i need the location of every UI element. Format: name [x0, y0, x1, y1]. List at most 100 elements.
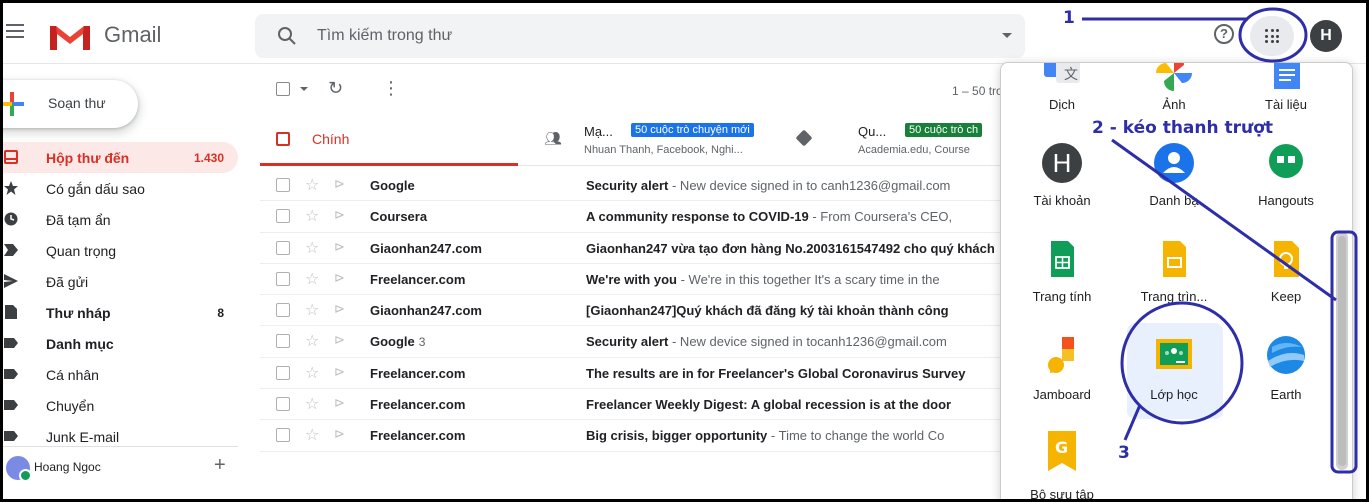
app-jamboard[interactable]: Jamboard — [1007, 335, 1117, 425]
email-subject: Security alert — [586, 178, 669, 193]
email-row[interactable]: ☆ ⊳ Freelancer.com We're with you - We're i… — [260, 264, 1000, 296]
row-checkbox[interactable] — [276, 365, 290, 380]
email-row[interactable]: ☆ ⊳ Giaonhan247.com [Giaonhan247]Quý khách … — [260, 295, 1000, 327]
important-marker-icon[interactable]: ⊳ — [334, 176, 345, 192]
email-subject: Giaonhan247 vừa tạo đơn hàng No.20031615… — [586, 240, 995, 256]
search-icon[interactable] — [277, 26, 297, 46]
email-row[interactable]: ☆ ⊳ Google 3 Security alert - New device sig… — [260, 326, 1000, 358]
apps-panel-scrollbar-thumb[interactable] — [1338, 236, 1346, 466]
app-label: Jamboard — [1033, 387, 1091, 402]
sidebar-item-personal[interactable]: Cá nhân — [0, 359, 238, 390]
email-row[interactable]: ☆ ⊳ Giaonhan247.com Giaonhan247 vừa tạo đơn… — [260, 233, 1000, 264]
app-label: Keep — [1270, 289, 1302, 304]
app-classroom[interactable]: Lớp học — [1119, 323, 1229, 425]
sidebar-item-sent[interactable]: Đã gửi — [0, 266, 238, 297]
star-icon[interactable]: ☆ — [305, 300, 319, 320]
jamboard-icon — [1048, 337, 1074, 373]
tab-social-label: Mạ... — [584, 124, 613, 139]
app-label: Dịch — [1048, 97, 1075, 112]
app-collections[interactable]: G Bộ sưu tập — [1007, 431, 1117, 501]
row-checkbox[interactable] — [276, 303, 290, 318]
refresh-icon[interactable]: ↻ — [328, 78, 343, 99]
add-hangout-icon[interactable]: + — [214, 454, 226, 477]
search-options-chevron-icon[interactable] — [1002, 33, 1012, 38]
email-row[interactable]: ☆ ⊳ Freelancer.com The results are in for F… — [260, 358, 1000, 390]
row-checkbox[interactable] — [276, 178, 290, 192]
help-icon[interactable]: ? — [1214, 24, 1234, 44]
account-avatar[interactable]: H — [1310, 20, 1342, 52]
star-icon[interactable]: ☆ — [305, 269, 319, 289]
annotation-step-2: 2 - kéo thanh trượt — [1092, 118, 1273, 138]
tab-primary[interactable]: Chính — [260, 112, 518, 166]
star-icon[interactable]: ☆ — [305, 175, 319, 195]
app-keep[interactable]: Keep — [1231, 239, 1341, 329]
important-marker-icon[interactable]: ⊳ — [334, 270, 345, 286]
star-icon[interactable]: ☆ — [305, 238, 319, 258]
row-checkbox[interactable] — [276, 240, 290, 255]
inbox-icon — [4, 150, 18, 164]
email-preview: We're with you - We're in this together … — [586, 272, 1000, 287]
star-icon[interactable]: ☆ — [305, 363, 319, 383]
select-options-chevron-icon[interactable] — [300, 87, 308, 91]
app-sheets[interactable]: Trang tính — [1007, 239, 1117, 329]
more-options-icon[interactable]: ⋮ — [382, 78, 400, 99]
select-all-checkbox[interactable] — [276, 82, 290, 96]
sidebar-item-drafts[interactable]: Thư nháp 8 — [0, 297, 238, 328]
hangouts-avatar[interactable] — [6, 456, 32, 482]
hangouts-user-name[interactable]: Hoang Ngoc — [34, 460, 101, 474]
app-account[interactable]: H Tài khoản — [1007, 143, 1117, 233]
sidebar-item-move[interactable]: Chuyển — [0, 390, 238, 421]
row-checkbox[interactable] — [276, 271, 290, 286]
email-sender: Google — [370, 178, 415, 193]
important-marker-icon[interactable]: ⊳ — [334, 364, 345, 380]
google-apps-button[interactable] — [1250, 16, 1294, 56]
app-earth[interactable]: Earth — [1231, 335, 1341, 425]
sidebar-item-starred[interactable]: Có gắn dấu sao — [0, 173, 238, 204]
important-marker-icon[interactable]: ⊳ — [334, 239, 345, 255]
row-checkbox[interactable] — [276, 428, 290, 443]
row-checkbox[interactable] — [276, 334, 290, 349]
row-checkbox[interactable] — [276, 397, 290, 412]
email-row[interactable]: ☆ ⊳ Freelancer.com Big crisis, bigger oppor… — [260, 420, 1000, 452]
important-marker-icon[interactable]: ⊳ — [334, 426, 345, 442]
star-icon[interactable]: ☆ — [305, 206, 319, 226]
app-hangouts[interactable]: Hangouts — [1231, 143, 1341, 233]
gmail-logo[interactable] — [48, 22, 92, 52]
row-checkbox[interactable] — [276, 209, 290, 224]
email-row[interactable]: ☆ ⊳ Coursera A community response to COVID-… — [260, 201, 1000, 233]
email-list: ☆ ⊳ Google Security alert - New device sign… — [260, 170, 1000, 452]
label-icon — [4, 338, 18, 348]
tab-social[interactable]: 👥︎ Mạ... 50 cuộc trò chuyện mới Nhuan Th… — [540, 112, 830, 166]
email-preview: Freelancer Weekly Digest: A global reces… — [586, 397, 1000, 412]
sidebar-item-snoozed[interactable]: Đã tạm ẩn — [0, 204, 238, 235]
sidebar-item-junk[interactable]: Junk E-mail — [0, 421, 238, 452]
hangouts-user[interactable]: Hoang Ngoc + — [6, 454, 236, 482]
important-marker-icon[interactable]: ⊳ — [334, 332, 345, 348]
email-row[interactable]: ☆ ⊳ Freelancer.com Freelancer Weekly Digest… — [260, 389, 1000, 421]
main-menu-icon[interactable] — [6, 24, 24, 38]
app-slides[interactable]: Trang trìn... — [1119, 239, 1229, 329]
gmail-brand-text[interactable]: Gmail — [104, 22, 161, 48]
email-snippet: - New device signed in tocanh1236@gmail.… — [668, 334, 947, 350]
app-label: Earth — [1270, 387, 1302, 402]
email-row[interactable]: ☆ ⊳ Google Security alert - New device sign… — [260, 170, 1000, 202]
important-marker-icon[interactable]: ⊳ — [334, 207, 345, 223]
sidebar-item-categories[interactable]: Danh mục — [0, 328, 238, 359]
search-input[interactable] — [317, 24, 957, 48]
sidebar-item-important[interactable]: Quan trọng — [0, 235, 238, 266]
tab-promotions[interactable]: Qu... 50 cuộc trò ch Academia.edu, Cours… — [795, 112, 1018, 166]
compose-button[interactable]: Soạn thư — [0, 80, 138, 128]
search-bar[interactable] — [255, 14, 1025, 58]
email-sender: Coursera — [370, 209, 428, 225]
tag-icon — [795, 129, 813, 147]
star-icon[interactable]: ☆ — [305, 394, 319, 414]
email-snippet: - Time to change the world Co — [767, 428, 945, 444]
app-contacts[interactable]: Danh bạ — [1119, 143, 1229, 233]
star-icon[interactable]: ☆ — [305, 425, 319, 445]
important-marker-icon[interactable]: ⊳ — [334, 301, 345, 317]
important-marker-icon[interactable]: ⊳ — [334, 395, 345, 411]
star-icon[interactable]: ☆ — [305, 331, 319, 351]
sidebar-item-label: Danh mục — [46, 336, 114, 352]
sidebar-item-inbox[interactable]: Hộp thư đến 1.430 — [0, 142, 238, 173]
email-sender: Google 3 — [370, 334, 426, 350]
